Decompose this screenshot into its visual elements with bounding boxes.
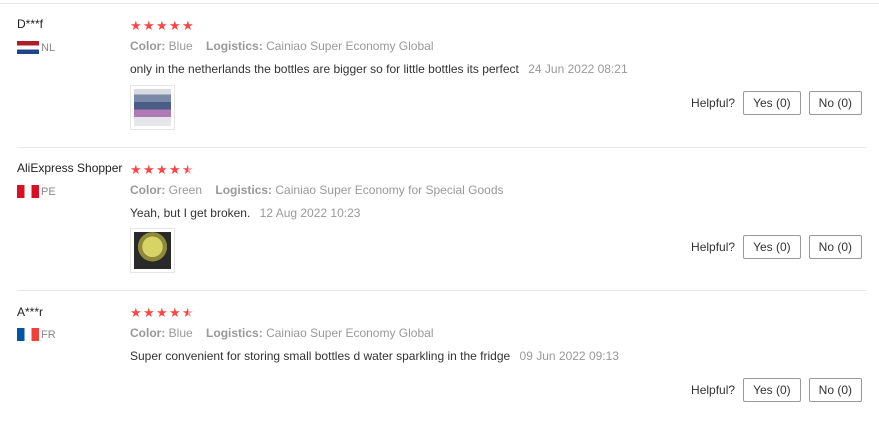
review-date: 12 Aug 2022 10:23 [259, 206, 361, 220]
yes-vote-button[interactable]: Yes (0) [743, 91, 801, 115]
star-icon: ★ [130, 162, 142, 177]
review-text: only in the netherlands the bottles are … [130, 62, 519, 76]
star-icon: ★ [130, 305, 142, 320]
france-flag-icon [17, 328, 39, 341]
star-icon: ★ [169, 18, 181, 33]
reviewer-name: AliExpress Shopper [17, 161, 123, 175]
reviewer-name: D***f [17, 17, 44, 31]
reviewer-country: NL [17, 41, 55, 54]
star-icon: ★ [182, 18, 194, 33]
sku-info: Color: Green Logistics: Cainiao Super Ec… [130, 183, 504, 197]
logistics-label: Logistics: [215, 183, 273, 197]
reviewer-country: FR [17, 328, 56, 341]
color-label: Color: [130, 326, 166, 340]
helpful-votes: Helpful? Yes (0) No (0) [691, 235, 862, 259]
sku-info: Color: Blue Logistics: Cainiao Super Eco… [130, 39, 434, 53]
star-icon: ★ [130, 18, 142, 33]
star-icon: ★ [143, 18, 155, 33]
broken-bottle-photo-image [134, 232, 171, 269]
color-value: Blue [168, 39, 193, 53]
review-divider [17, 290, 867, 291]
review-photo[interactable] [130, 228, 175, 273]
star-icon: ★ [156, 162, 168, 177]
review-text: Super convenient for storing small bottl… [130, 349, 511, 363]
no-vote-button[interactable]: No (0) [808, 235, 862, 259]
review-date: 09 Jun 2022 09:13 [519, 349, 619, 363]
color-value: Green [168, 183, 203, 197]
country-code: PE [41, 185, 56, 198]
helpful-label: Helpful? [691, 383, 736, 397]
logistics-value: Cainiao Super Economy Global [266, 39, 434, 53]
peru-flag-icon [17, 185, 39, 198]
helpful-label: Helpful? [691, 96, 736, 110]
review-photo[interactable] [130, 85, 175, 130]
helpful-label: Helpful? [691, 240, 736, 254]
star-rating: ★ ★ ★ ★ ★ [130, 162, 194, 177]
bottles-photo-image [134, 89, 171, 126]
color-label: Color: [130, 183, 166, 197]
star-icon: ★ [169, 162, 181, 177]
logistics-label: Logistics: [206, 39, 263, 53]
logistics-label: Logistics: [206, 326, 263, 340]
review-divider [17, 147, 867, 148]
sku-info: Color: Blue Logistics: Cainiao Super Eco… [130, 326, 434, 340]
country-code: NL [41, 41, 56, 54]
star-icon: ★ [156, 18, 168, 33]
star-icon: ★ [169, 305, 181, 320]
logistics-value: Cainiao Super Economy Global [266, 326, 434, 340]
no-vote-button[interactable]: No (0) [808, 91, 862, 115]
yes-vote-button[interactable]: Yes (0) [743, 378, 801, 402]
star-icon: ★ [143, 305, 155, 320]
netherlands-flag-icon [17, 41, 39, 54]
review-content: Super convenient for storing small bottl… [130, 349, 619, 363]
helpful-votes: Helpful? Yes (0) No (0) [691, 378, 862, 402]
reviewer-country: PE [17, 185, 56, 198]
star-icon: ★ [156, 305, 168, 320]
no-vote-button[interactable]: No (0) [808, 378, 862, 402]
star-rating: ★ ★ ★ ★ ★ [130, 305, 194, 320]
review-date: 24 Jun 2022 08:21 [528, 62, 628, 76]
review-text: Yeah, but I get broken. [130, 206, 251, 220]
logistics-value: Cainiao Super Economy for Special Goods [275, 183, 504, 197]
review-content: only in the netherlands the bottles are … [130, 62, 628, 76]
country-code: FR [41, 328, 56, 341]
star-rating: ★ ★ ★ ★ ★ [130, 18, 194, 33]
top-divider [0, 3, 879, 4]
color-label: Color: [130, 39, 166, 53]
star-icon: ★ [143, 162, 155, 177]
yes-vote-button[interactable]: Yes (0) [743, 235, 801, 259]
color-value: Blue [168, 326, 193, 340]
half-star-icon: ★ [182, 162, 194, 177]
review-content: Yeah, but I get broken. 12 Aug 2022 10:2… [130, 206, 360, 220]
half-star-icon: ★ [182, 305, 194, 320]
helpful-votes: Helpful? Yes (0) No (0) [691, 91, 862, 115]
reviewer-name: A***r [17, 305, 44, 319]
